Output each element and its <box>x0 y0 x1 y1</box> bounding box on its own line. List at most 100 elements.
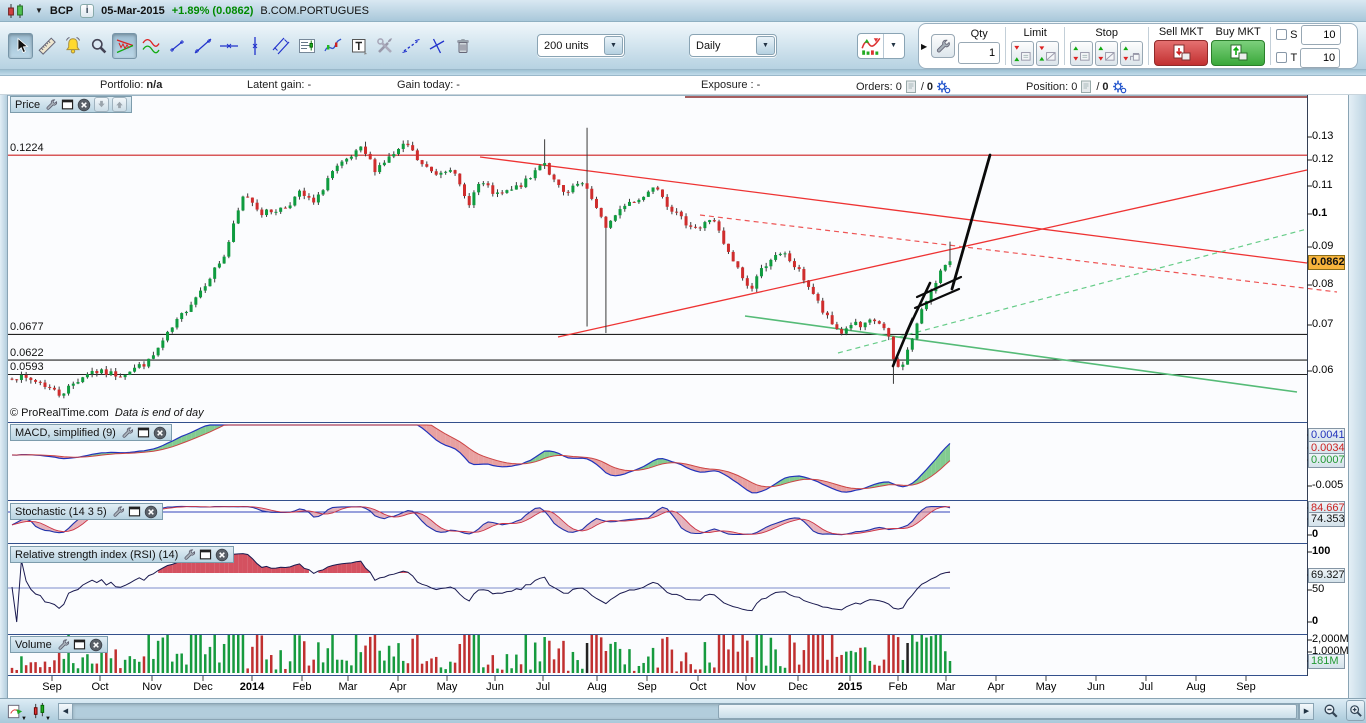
buy-market-button[interactable] <box>1211 40 1266 66</box>
panel-close-button[interactable] <box>77 98 91 112</box>
panel-settings-button[interactable] <box>183 548 196 561</box>
arrow-up-icon <box>116 101 123 109</box>
stop-checkbox[interactable] <box>1276 29 1288 40</box>
vertical-scrollbar[interactable] <box>1348 95 1366 698</box>
tool-wedge-pattern-button[interactable] <box>112 32 137 59</box>
panel-header-stochastic: Stochastic (14 3 5) <box>10 503 163 520</box>
panel-settings-button[interactable] <box>112 505 125 518</box>
status-gaintoday: Gain today: - <box>397 79 460 91</box>
divider <box>1064 27 1066 65</box>
zoom-out-icon <box>1324 704 1338 718</box>
panel-settings-button[interactable] <box>57 638 70 651</box>
tool-annotation-chart-button[interactable] <box>294 33 319 59</box>
chevron-down-icon[interactable]: ▼ <box>884 36 903 55</box>
zoom-out-button[interactable] <box>1320 701 1342 722</box>
tool-crossed-lines-button[interactable] <box>424 33 449 59</box>
copyright: © ProRealTime.com Data is end of day <box>10 407 204 419</box>
timeframe-select[interactable]: Daily ▼ <box>689 34 777 57</box>
trade-settings-button[interactable] <box>931 34 956 58</box>
panel-window-button[interactable] <box>128 505 141 518</box>
info-icon[interactable]: i <box>80 3 95 18</box>
panel-close-button[interactable] <box>215 548 229 562</box>
tool-freehand-curve-button[interactable] <box>320 33 345 59</box>
tool-vertical-line-button[interactable] <box>242 33 267 59</box>
close-icon <box>153 426 167 439</box>
window-icon <box>73 639 85 650</box>
zoom-reset-button[interactable] <box>1346 700 1365 721</box>
s-value-input[interactable] <box>1300 24 1341 45</box>
panel-settings-button[interactable] <box>121 426 134 439</box>
collapse-panel-icon[interactable]: ▶ <box>920 42 928 51</box>
order-sheet-icon <box>1081 80 1092 93</box>
chart-canvas[interactable] <box>8 95 1348 698</box>
panel-close-button[interactable] <box>144 505 158 519</box>
panel-title: Stochastic (14 3 5) <box>15 505 107 518</box>
text-icon <box>351 38 367 54</box>
window-icon <box>137 427 149 438</box>
gear-icon <box>1112 80 1126 94</box>
tool-text-button[interactable] <box>346 33 371 59</box>
app: ▼ BCP i 05-Mar-2015 +1.89% (0.0862) B.CO… <box>0 0 1366 723</box>
buy-limit-button[interactable] <box>1036 40 1060 66</box>
close-icon <box>77 98 91 111</box>
panel-close-button[interactable] <box>89 638 103 652</box>
t-value-input[interactable] <box>1300 47 1341 68</box>
stop-order-button-1[interactable] <box>1070 40 1094 66</box>
bottom-bar: ▼ ▼ ◀ ▶ <box>0 698 1366 723</box>
qty-input[interactable] <box>958 42 1001 64</box>
tool-alarm-button[interactable] <box>60 33 85 59</box>
symbol-dropdown-caret-icon[interactable]: ▼ <box>35 6 43 15</box>
tool-dotted-segment-button[interactable] <box>398 33 423 59</box>
stop-order-button-3[interactable] <box>1120 40 1144 66</box>
scroll-left-icon[interactable]: ◀ <box>58 702 73 720</box>
panel-settings-button[interactable] <box>45 98 58 111</box>
tool-segment-button[interactable] <box>164 33 189 59</box>
panel-header-macd: MACD, simplified (9) <box>10 424 172 441</box>
time-axis-label: Jun <box>1087 681 1105 693</box>
tool-advanced-tools-button[interactable] <box>372 33 397 59</box>
arrow-down-icon <box>98 100 105 108</box>
scroll-right-icon[interactable]: ▶ <box>1299 702 1314 720</box>
panel-close-button[interactable] <box>153 426 167 440</box>
tool-zoom-button[interactable] <box>86 33 111 59</box>
units-select[interactable]: 200 units ▼ <box>537 34 625 57</box>
chevron-down-icon[interactable]: ▼ <box>604 36 623 55</box>
tool-ruler-button[interactable] <box>34 33 59 59</box>
price-level-label: 0.0622 <box>10 347 44 360</box>
export-chart-button[interactable]: ▼ <box>4 701 27 722</box>
panel-window-button[interactable] <box>73 638 86 651</box>
tool-parallel-lines-button[interactable] <box>268 33 293 59</box>
sell-limit-button[interactable] <box>1011 40 1035 66</box>
scrollbar-track[interactable] <box>73 702 1299 720</box>
left-splitter[interactable] <box>0 95 8 698</box>
parallel-lines-icon <box>272 37 289 54</box>
tool-horizontal-line-button[interactable] <box>216 33 241 59</box>
move-panel-down-button[interactable] <box>94 97 110 112</box>
time-axis-label: Mar <box>338 681 358 693</box>
tool-trendline-button[interactable] <box>190 33 215 59</box>
tool-delete-button[interactable] <box>450 33 475 59</box>
time-axis-label: Mar <box>936 681 956 693</box>
horizontal-line-icon <box>219 43 238 48</box>
chart-type-button[interactable]: ▼ <box>857 32 905 59</box>
stop-order-button-2[interactable] <box>1095 40 1119 66</box>
units-value: 200 units <box>544 39 589 52</box>
tool-channel-button[interactable] <box>138 33 163 59</box>
alarm-icon <box>65 36 80 54</box>
panel-header-volume: Volume <box>10 636 108 653</box>
panel-window-button[interactable] <box>61 98 74 111</box>
move-panel-up-button[interactable] <box>112 97 128 112</box>
chevron-down-icon[interactable]: ▼ <box>756 36 775 55</box>
tool-cursor-button[interactable] <box>8 32 33 59</box>
price-level-label: 0.0593 <box>10 361 44 374</box>
candle-style-button[interactable]: ▼ <box>28 701 51 722</box>
divider <box>1270 27 1272 65</box>
scrollbar-thumb[interactable] <box>718 703 1297 719</box>
time-axis-label: May <box>436 681 458 693</box>
wrench-icon <box>58 639 69 650</box>
horizontal-scrollbar: ◀ ▶ <box>58 702 1314 720</box>
sell-market-button[interactable] <box>1154 40 1209 66</box>
panel-window-button[interactable] <box>137 426 150 439</box>
trail-checkbox[interactable] <box>1276 52 1288 63</box>
panel-window-button[interactable] <box>199 548 212 561</box>
